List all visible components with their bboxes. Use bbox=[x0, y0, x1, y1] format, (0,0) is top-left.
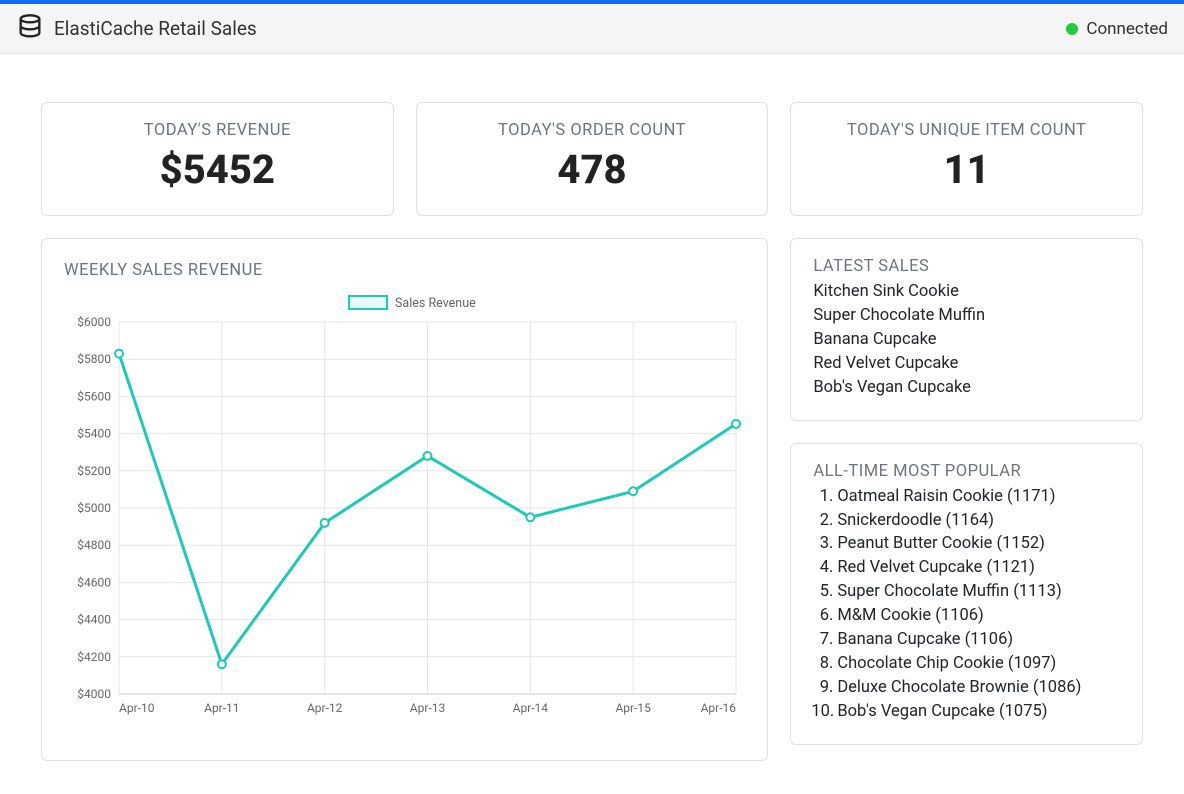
status-text: Connected bbox=[1086, 19, 1168, 39]
svg-text:$4000: $4000 bbox=[77, 687, 111, 701]
stat-value: 11 bbox=[811, 146, 1122, 193]
main-grid: TODAY'S REVENUE $5452 TODAY'S ORDER COUN… bbox=[0, 54, 1184, 781]
popular-title: ALL-TIME MOST POPULAR bbox=[813, 462, 1120, 481]
stat-card-revenue: TODAY'S REVENUE $5452 bbox=[41, 102, 394, 216]
svg-text:$4800: $4800 bbox=[77, 538, 111, 552]
svg-text:$4600: $4600 bbox=[77, 575, 111, 589]
stat-card-items: TODAY'S UNIQUE ITEM COUNT 11 bbox=[790, 102, 1143, 216]
svg-text:Apr-10: Apr-10 bbox=[119, 701, 155, 715]
popular-list: 1. Oatmeal Raisin Cookie (1171)2. Snicke… bbox=[811, 485, 1120, 724]
svg-text:$5000: $5000 bbox=[77, 501, 111, 515]
list-item: Red Velvet Cupcake bbox=[813, 352, 1120, 376]
list-item: 10. Bob's Vegan Cupcake (1075) bbox=[811, 700, 1120, 724]
svg-text:$6000: $6000 bbox=[77, 315, 111, 329]
chart-title: WEEKLY SALES REVENUE bbox=[64, 261, 745, 280]
side-column: LATEST SALES Kitchen Sink CookieSuper Ch… bbox=[790, 238, 1143, 761]
list-item: 6. M&M Cookie (1106) bbox=[811, 604, 1120, 628]
list-item: 1. Oatmeal Raisin Cookie (1171) bbox=[811, 485, 1120, 509]
stat-value: $5452 bbox=[62, 146, 373, 193]
svg-text:Apr-13: Apr-13 bbox=[410, 701, 445, 715]
svg-text:$4200: $4200 bbox=[77, 650, 111, 664]
list-item: Super Chocolate Muffin bbox=[813, 304, 1120, 328]
stat-label: TODAY'S REVENUE bbox=[62, 121, 373, 140]
svg-text:$5200: $5200 bbox=[77, 464, 111, 478]
svg-text:Apr-16: Apr-16 bbox=[701, 701, 737, 715]
list-item: Banana Cupcake bbox=[813, 328, 1120, 352]
list-item: Kitchen Sink Cookie bbox=[813, 280, 1120, 304]
list-item: 7. Banana Cupcake (1106) bbox=[811, 628, 1120, 652]
svg-text:$5400: $5400 bbox=[77, 427, 111, 441]
svg-text:Apr-15: Apr-15 bbox=[615, 701, 651, 715]
list-item: 5. Super Chocolate Muffin (1113) bbox=[811, 580, 1120, 604]
svg-text:$5800: $5800 bbox=[77, 352, 111, 366]
svg-text:Apr-11: Apr-11 bbox=[204, 701, 239, 715]
popular-card: ALL-TIME MOST POPULAR 1. Oatmeal Raisin … bbox=[790, 443, 1143, 745]
chart-card: WEEKLY SALES REVENUE Sales Revenue $6000 $… bbox=[41, 238, 768, 761]
stat-card-orders: TODAY'S ORDER COUNT 478 bbox=[416, 102, 769, 216]
list-item: 4. Red Velvet Cupcake (1121) bbox=[811, 556, 1120, 580]
latest-sales-title: LATEST SALES bbox=[813, 257, 1120, 276]
list-item: 2. Snickerdoodle (1164) bbox=[811, 509, 1120, 533]
status-dot-icon bbox=[1066, 23, 1078, 35]
app-title: ElastiCache Retail Sales bbox=[54, 17, 257, 40]
header: ElastiCache Retail Sales Connected bbox=[0, 4, 1184, 54]
svg-text:Sales Revenue: Sales Revenue bbox=[395, 296, 476, 311]
stat-label: TODAY'S ORDER COUNT bbox=[437, 121, 748, 140]
stat-value: 478 bbox=[437, 146, 748, 193]
line-chart: Sales Revenue $6000 $5800 $5600 $5400 $5200 $5… bbox=[64, 282, 754, 732]
latest-sales-list: Kitchen Sink CookieSuper Chocolate Muffi… bbox=[813, 280, 1120, 400]
svg-text:Apr-12: Apr-12 bbox=[307, 701, 343, 715]
database-icon bbox=[16, 13, 44, 45]
list-item: Bob's Vegan Cupcake bbox=[813, 376, 1120, 400]
list-item: 3. Peanut Butter Cookie (1152) bbox=[811, 532, 1120, 556]
list-item: 9. Deluxe Chocolate Brownie (1086) bbox=[811, 676, 1120, 700]
connection-status: Connected bbox=[1066, 19, 1168, 39]
list-item: 8. Chocolate Chip Cookie (1097) bbox=[811, 652, 1120, 676]
brand: ElastiCache Retail Sales bbox=[16, 13, 257, 45]
stat-label: TODAY'S UNIQUE ITEM COUNT bbox=[811, 121, 1122, 140]
svg-text:$5600: $5600 bbox=[77, 389, 111, 403]
latest-sales-card: LATEST SALES Kitchen Sink CookieSuper Ch… bbox=[790, 238, 1143, 421]
svg-text:Apr-14: Apr-14 bbox=[513, 701, 549, 715]
svg-text:$4400: $4400 bbox=[77, 613, 111, 627]
